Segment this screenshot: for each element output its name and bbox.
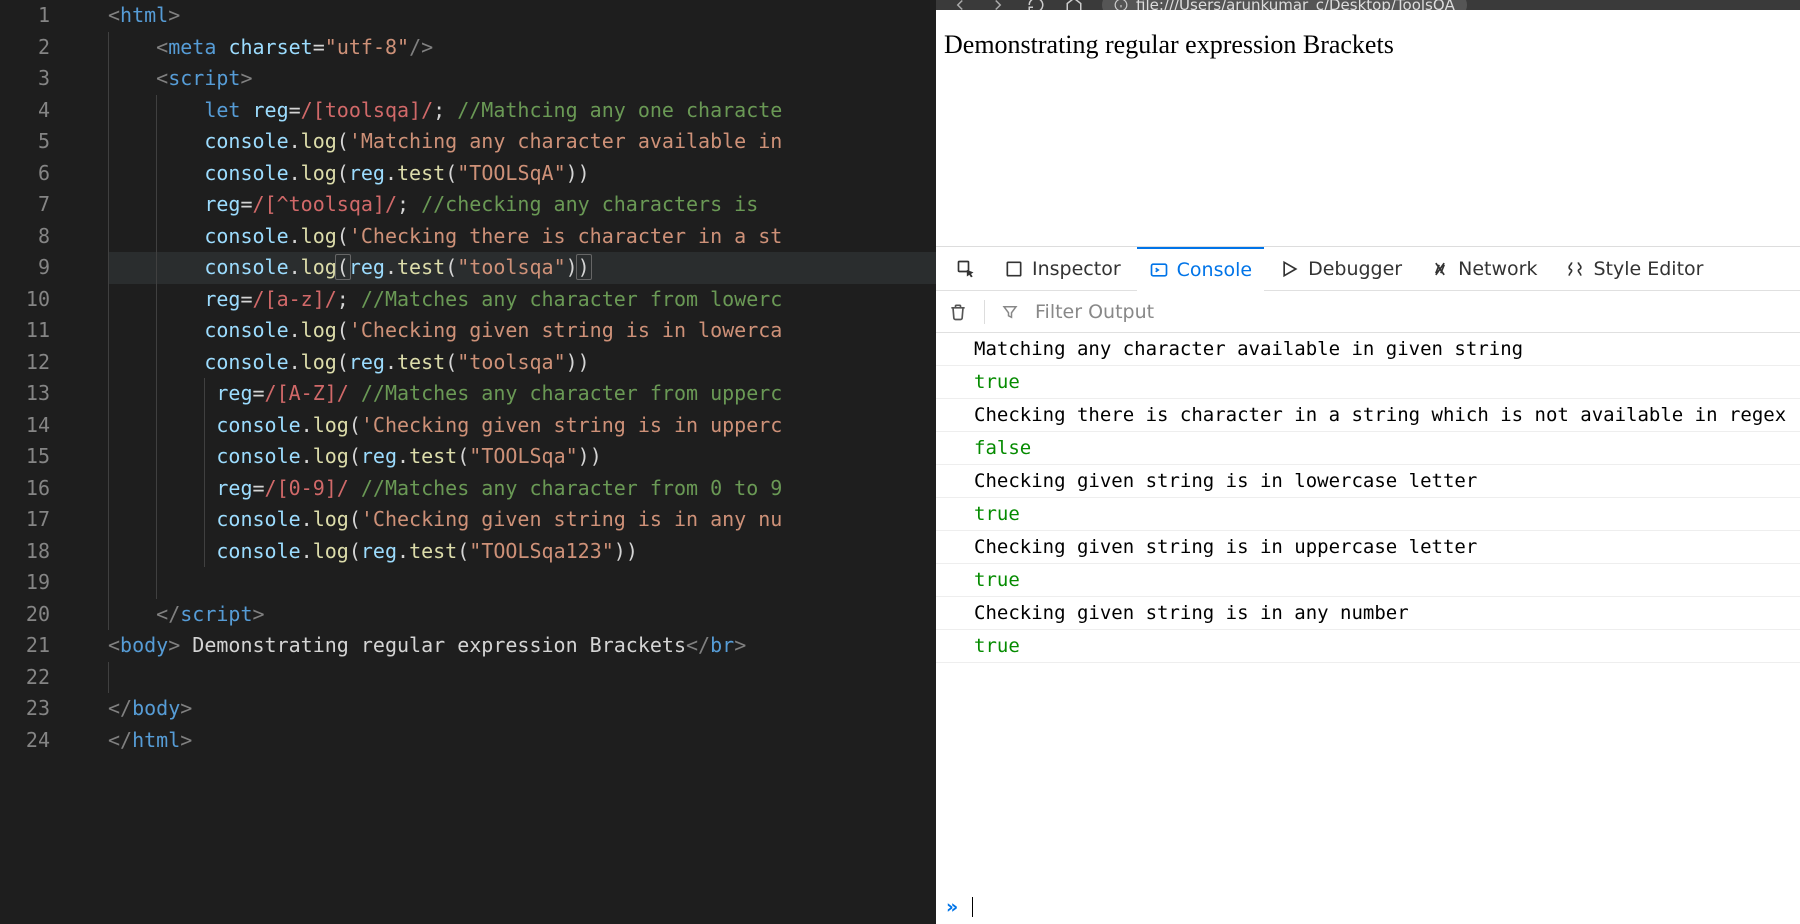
line-number: 11: [0, 315, 50, 347]
tab-network[interactable]: Network: [1418, 247, 1549, 291]
network-icon: [1430, 259, 1450, 279]
line-number: 10: [0, 284, 50, 316]
code-line[interactable]: [108, 662, 936, 694]
line-number: 18: [0, 536, 50, 568]
line-number: 7: [0, 189, 50, 221]
line-number-gutter: 123456789101112131415161718192021222324: [0, 0, 78, 756]
code-editor[interactable]: 123456789101112131415161718192021222324 …: [0, 0, 936, 924]
browser-toolbar: file:///Users/arunkumar_c/Desktop/ToolsQ…: [936, 0, 1800, 10]
console-boolean: true: [936, 564, 1800, 597]
code-line[interactable]: [108, 567, 936, 599]
line-number: 12: [0, 347, 50, 379]
tab-label: Console: [1177, 259, 1252, 281]
console-boolean: false: [936, 432, 1800, 465]
url-text: file:///Users/arunkumar_c/Desktop/ToolsQ…: [1136, 0, 1455, 10]
line-number: 13: [0, 378, 50, 410]
code-line[interactable]: </script>: [108, 599, 936, 631]
line-number: 20: [0, 599, 50, 631]
pick-element-icon[interactable]: [944, 247, 988, 291]
code-line[interactable]: let reg=/[toolsqa]/; //Mathcing any one …: [108, 95, 936, 127]
inspector-icon: [1004, 259, 1024, 279]
code-line[interactable]: console.log(reg.test("TOOLSqa")): [108, 441, 936, 473]
code-line[interactable]: reg=/[^toolsqa]/; //checking any charact…: [108, 189, 936, 221]
line-number: 21: [0, 630, 50, 662]
code-line[interactable]: reg=/[a-z]/; //Matches any character fro…: [108, 284, 936, 316]
line-number: 22: [0, 662, 50, 694]
clear-console-icon[interactable]: [948, 302, 968, 322]
code-line[interactable]: console.log(reg.test("toolsqa")): [108, 252, 936, 284]
console-message: Checking given string is in any number: [936, 597, 1800, 630]
tab-console[interactable]: Console: [1137, 247, 1264, 291]
tab-label: Network: [1458, 258, 1537, 280]
console-boolean: true: [936, 366, 1800, 399]
code-line[interactable]: </html>: [108, 725, 936, 757]
code-line[interactable]: console.log('Checking given string is in…: [108, 315, 936, 347]
back-icon[interactable]: [950, 0, 970, 10]
forward-icon[interactable]: [988, 0, 1008, 10]
style-editor-icon: [1565, 259, 1585, 279]
tab-style-editor[interactable]: Style Editor: [1553, 247, 1715, 291]
line-number: 16: [0, 473, 50, 505]
console-output[interactable]: Matching any character available in give…: [936, 333, 1800, 890]
code-line[interactable]: console.log('Checking there is character…: [108, 221, 936, 253]
code-line[interactable]: console.log(reg.test("toolsqa")): [108, 347, 936, 379]
line-number: 6: [0, 158, 50, 190]
code-line[interactable]: console.log(reg.test("TOOLSqA")): [108, 158, 936, 190]
line-number: 14: [0, 410, 50, 442]
code-line[interactable]: reg=/[0-9]/ //Matches any character from…: [108, 473, 936, 505]
line-number: 1: [0, 0, 50, 32]
line-number: 4: [0, 95, 50, 127]
code-line[interactable]: <meta charset="utf-8"/>: [108, 32, 936, 64]
line-number: 19: [0, 567, 50, 599]
tab-label: Inspector: [1032, 258, 1121, 280]
code-line[interactable]: console.log('Checking given string is in…: [108, 410, 936, 442]
filter-icon[interactable]: [1001, 303, 1019, 321]
code-area[interactable]: <html> <meta charset="utf-8"/> <script> …: [108, 0, 936, 756]
prompt-symbol: »: [946, 896, 958, 918]
line-number: 5: [0, 126, 50, 158]
debugger-icon: [1280, 259, 1300, 279]
console-prompt[interactable]: »: [936, 890, 1800, 924]
code-line[interactable]: <body> Demonstrating regular expression …: [108, 630, 936, 662]
console-boolean: true: [936, 630, 1800, 663]
code-line[interactable]: console.log('Matching any character avai…: [108, 126, 936, 158]
tab-label: Style Editor: [1593, 258, 1703, 280]
url-bar[interactable]: file:///Users/arunkumar_c/Desktop/ToolsQ…: [1102, 0, 1467, 10]
tab-label: Debugger: [1308, 258, 1402, 280]
console-toolbar: Filter Output: [936, 291, 1800, 333]
line-number: 8: [0, 221, 50, 253]
code-line[interactable]: console.log('Checking given string is in…: [108, 504, 936, 536]
console-message: Checking given string is in uppercase le…: [936, 531, 1800, 564]
line-number: 15: [0, 441, 50, 473]
console-message: Matching any character available in give…: [936, 333, 1800, 366]
page-body: Demonstrating regular expression Bracket…: [936, 10, 1800, 246]
console-message: Checking given string is in lowercase le…: [936, 465, 1800, 498]
cursor: [972, 897, 973, 917]
code-line[interactable]: <script>: [108, 63, 936, 95]
devtools-panel: Inspector Console Debugger Network Style…: [936, 246, 1800, 924]
home-icon[interactable]: [1064, 0, 1084, 10]
page-heading: Demonstrating regular expression Bracket…: [944, 30, 1394, 59]
code-line[interactable]: </body>: [108, 693, 936, 725]
line-number: 3: [0, 63, 50, 95]
filter-input[interactable]: Filter Output: [1035, 301, 1154, 323]
code-line[interactable]: <html>: [108, 0, 936, 32]
separator: [984, 300, 985, 324]
reload-icon[interactable]: [1026, 0, 1046, 10]
line-number: 24: [0, 725, 50, 757]
browser-window: file:///Users/arunkumar_c/Desktop/ToolsQ…: [936, 0, 1800, 924]
devtools-tabs: Inspector Console Debugger Network Style…: [936, 247, 1800, 291]
line-number: 9: [0, 252, 50, 284]
console-message: Checking there is character in a string …: [936, 399, 1800, 432]
console-boolean: true: [936, 498, 1800, 531]
info-icon: [1114, 0, 1128, 10]
line-number: 17: [0, 504, 50, 536]
code-line[interactable]: reg=/[A-Z]/ //Matches any character from…: [108, 378, 936, 410]
console-icon: [1149, 260, 1169, 280]
line-number: 2: [0, 32, 50, 64]
line-number: 23: [0, 693, 50, 725]
tab-debugger[interactable]: Debugger: [1268, 247, 1414, 291]
tab-inspector[interactable]: Inspector: [992, 247, 1133, 291]
code-line[interactable]: console.log(reg.test("TOOLSqa123")): [108, 536, 936, 568]
